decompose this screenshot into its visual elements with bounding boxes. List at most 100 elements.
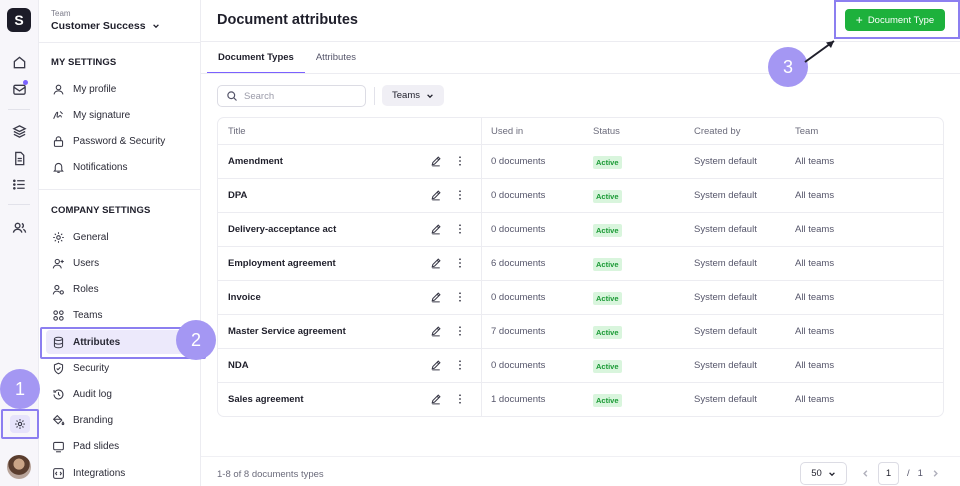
arrow-icon bbox=[804, 40, 835, 63]
sidebar-item-label: My signature bbox=[73, 109, 131, 121]
sidebar-item-password-security[interactable]: Password & Security bbox=[46, 129, 196, 153]
chevron-down-icon bbox=[152, 24, 159, 29]
status-badge: Active bbox=[593, 326, 622, 339]
search-input[interactable] bbox=[244, 90, 354, 102]
sidebar-item-label: My profile bbox=[73, 83, 117, 95]
notification-dot bbox=[23, 80, 28, 85]
table-row[interactable]: Invoice 0 documents Active System default Al… bbox=[218, 281, 943, 315]
user-avatar[interactable] bbox=[7, 455, 31, 479]
current-page-input[interactable]: 1 bbox=[878, 462, 899, 485]
sidebar-item-general[interactable]: General bbox=[46, 225, 196, 249]
table-row[interactable]: Master Service agreement 7 documents Activ… bbox=[218, 315, 943, 349]
document-icon[interactable] bbox=[10, 149, 28, 167]
tab-bar: Document Types Attributes bbox=[207, 42, 367, 74]
sidebar-item-roles[interactable]: Roles bbox=[46, 277, 196, 301]
sidebar-item-integrations[interactable]: Integrations bbox=[46, 461, 196, 485]
bell-icon bbox=[53, 162, 64, 173]
table-row[interactable]: Delivery-acceptance act 0 documents Active… bbox=[218, 213, 943, 247]
sidebar-item-my-profile[interactable]: My profile bbox=[46, 77, 196, 101]
per-page-select[interactable]: 50 bbox=[800, 462, 847, 485]
more-options-icon[interactable] bbox=[453, 392, 467, 406]
edit-pencil-icon[interactable] bbox=[429, 222, 443, 236]
settings-sidebar: Team Customer Success MY SETTINGS My pro… bbox=[39, 0, 201, 486]
more-options-icon[interactable] bbox=[453, 324, 467, 338]
more-options-icon[interactable] bbox=[453, 154, 467, 168]
table-row[interactable]: Employment agreement 6 documents Active Sys… bbox=[218, 247, 943, 281]
rail-divider bbox=[8, 109, 30, 110]
more-options-icon[interactable] bbox=[453, 290, 467, 304]
column-header-used-in: Used in bbox=[491, 126, 524, 137]
shield-icon bbox=[53, 362, 64, 374]
row-created-by: System default bbox=[694, 224, 757, 235]
sidebar-item-label: Branding bbox=[73, 414, 114, 426]
more-options-icon[interactable] bbox=[453, 188, 467, 202]
settings-highlight bbox=[1, 409, 39, 439]
contacts-icon[interactable] bbox=[10, 218, 28, 236]
chevron-right-icon[interactable] bbox=[931, 469, 940, 478]
table-row[interactable]: Amendment 0 documents Active System default… bbox=[218, 145, 943, 179]
settings-gear-icon[interactable] bbox=[10, 415, 30, 433]
search-box[interactable] bbox=[217, 85, 366, 107]
more-options-icon[interactable] bbox=[453, 222, 467, 236]
row-created-by: System default bbox=[694, 326, 757, 337]
inbox-icon[interactable] bbox=[10, 80, 28, 98]
more-options-icon[interactable] bbox=[453, 358, 467, 372]
edit-pencil-icon[interactable] bbox=[429, 358, 443, 372]
company-settings-heading: COMPANY SETTINGS bbox=[51, 205, 151, 216]
sidebar-item-pad-slides[interactable]: Pad slides bbox=[46, 434, 196, 458]
sidebar-item-teams[interactable]: Teams bbox=[46, 303, 196, 327]
sidebar-item-branding[interactable]: Branding bbox=[46, 408, 196, 432]
row-created-by: System default bbox=[694, 258, 757, 269]
row-title: Employment agreement bbox=[228, 258, 336, 269]
row-title: DPA bbox=[228, 190, 248, 201]
table-row[interactable]: Sales agreement 1 documents Active System d… bbox=[218, 383, 943, 416]
sidebar-item-label: Integrations bbox=[73, 467, 126, 479]
app-logo[interactable]: S bbox=[7, 8, 31, 32]
per-page-value: 50 bbox=[811, 468, 822, 479]
sidebar-item-label: Pad slides bbox=[73, 440, 120, 452]
my-settings-heading: MY SETTINGS bbox=[51, 57, 117, 68]
edit-pencil-icon[interactable] bbox=[429, 290, 443, 304]
teams-filter-label: Teams bbox=[392, 90, 420, 101]
sidebar-item-my-signature[interactable]: My signature bbox=[46, 103, 196, 127]
column-header-team: Team bbox=[795, 126, 819, 137]
edit-pencil-icon[interactable] bbox=[429, 324, 443, 338]
chevron-left-icon[interactable] bbox=[861, 469, 870, 478]
list-icon[interactable] bbox=[10, 175, 28, 193]
more-options-icon[interactable] bbox=[453, 256, 467, 270]
edit-pencil-icon[interactable] bbox=[429, 392, 443, 406]
team-switcher[interactable]: Team Customer Success bbox=[51, 9, 160, 32]
add-document-type-button[interactable]: + Document Type bbox=[845, 9, 945, 31]
edit-pencil-icon[interactable] bbox=[429, 256, 443, 270]
tabs-divider bbox=[201, 73, 960, 74]
sidebar-item-label: Security bbox=[73, 362, 110, 374]
step-callout-1: 1 bbox=[0, 369, 40, 409]
tab-document-types[interactable]: Document Types bbox=[207, 42, 305, 74]
row-created-by: System default bbox=[694, 190, 757, 201]
row-team: All teams bbox=[795, 394, 835, 405]
row-team: All teams bbox=[795, 224, 835, 235]
teams-grid-icon bbox=[53, 309, 64, 321]
edit-pencil-icon[interactable] bbox=[429, 188, 443, 202]
row-title: Master Service agreement bbox=[228, 326, 346, 337]
table-row[interactable]: DPA 0 documents Active System default All te… bbox=[218, 179, 943, 213]
sidebar-item-users[interactable]: Users bbox=[46, 251, 196, 275]
signature-icon bbox=[53, 110, 63, 119]
sidebar-divider bbox=[39, 189, 200, 190]
teams-filter-dropdown[interactable]: Teams bbox=[382, 85, 444, 106]
plus-icon: + bbox=[855, 13, 863, 27]
tab-attributes[interactable]: Attributes bbox=[305, 42, 367, 74]
sidebar-item-label: Audit log bbox=[73, 388, 112, 400]
layers-icon[interactable] bbox=[10, 122, 28, 140]
table-row[interactable]: NDA 0 documents Active System default All te… bbox=[218, 349, 943, 383]
pagination: 1 / 1 bbox=[861, 462, 940, 485]
edit-pencil-icon[interactable] bbox=[429, 154, 443, 168]
sidebar-item-audit-log[interactable]: Audit log bbox=[46, 382, 196, 406]
row-title: Sales agreement bbox=[228, 394, 304, 405]
row-team: All teams bbox=[795, 326, 835, 337]
home-icon[interactable] bbox=[10, 53, 28, 71]
team-name[interactable]: Customer Success bbox=[51, 20, 160, 32]
paint-bucket-icon bbox=[52, 414, 65, 425]
sidebar-item-notifications[interactable]: Notifications bbox=[46, 155, 196, 179]
sidebar-item-security[interactable]: Security bbox=[46, 356, 196, 380]
